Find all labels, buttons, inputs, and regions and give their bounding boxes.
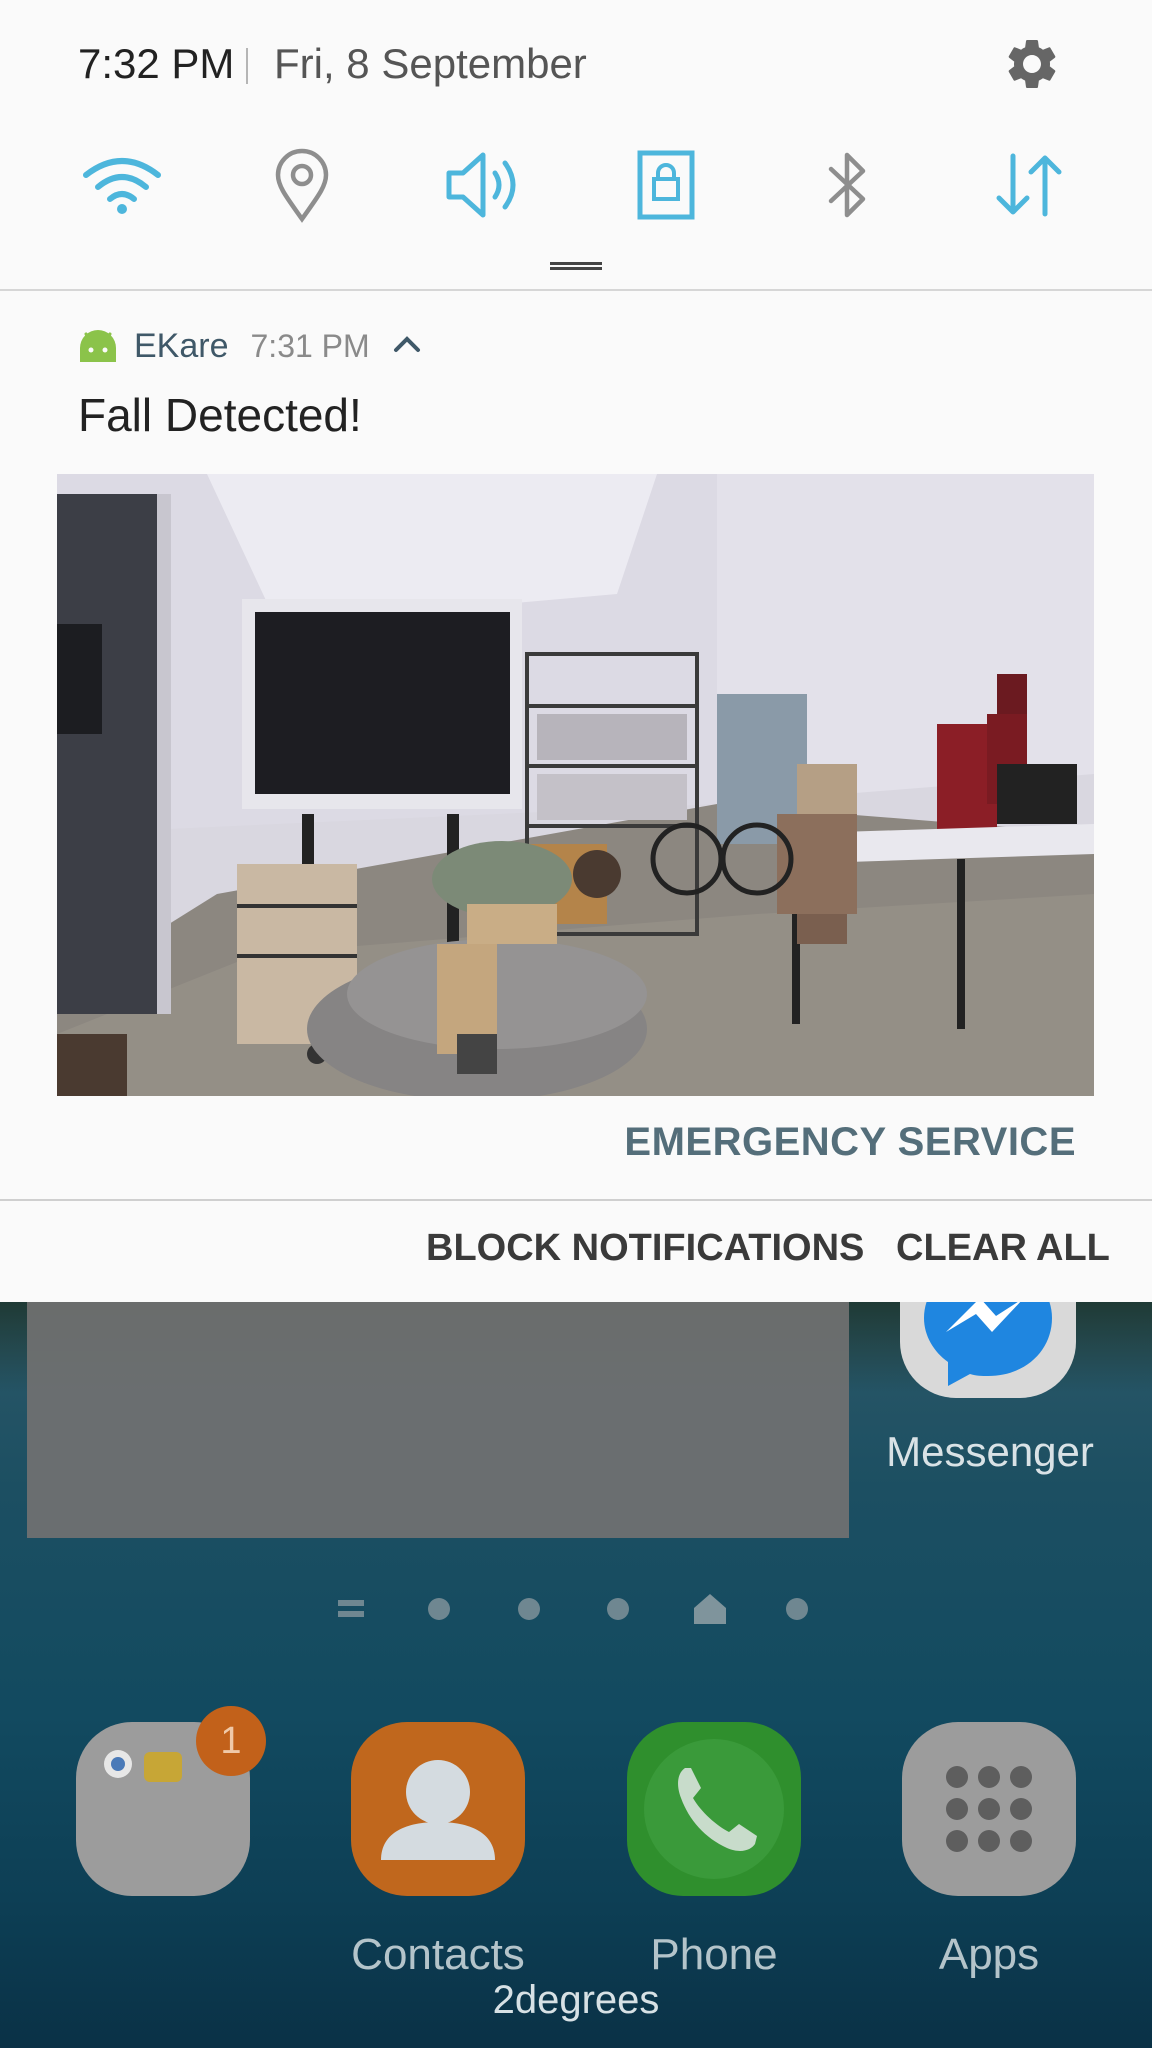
phone-icon: [644, 1739, 784, 1879]
location-toggle[interactable]: [257, 140, 347, 230]
clear-all-button[interactable]: CLEAR ALL: [896, 1227, 1110, 1270]
camera-snapshot[interactable]: [57, 474, 1094, 1096]
page-dot[interactable]: [607, 1598, 629, 1620]
messenger-app-icon[interactable]: [900, 1302, 1076, 1402]
divider: [246, 48, 248, 84]
drag-handle[interactable]: [550, 262, 602, 270]
apps-drawer-button[interactable]: [902, 1722, 1076, 1896]
notification-card[interactable]: EKare 7:31 PM Fall Detected! EMERGENCY S…: [0, 292, 1152, 1200]
status-row: 7:32 PM Fri, 8 September: [0, 0, 1152, 130]
android-icon: [80, 330, 116, 362]
notification-time: 7:31 PM: [250, 327, 370, 364]
chevron-up-icon[interactable]: [392, 334, 422, 359]
quick-settings-row: [0, 140, 1152, 230]
settings-gear-icon[interactable]: [1002, 34, 1062, 94]
notification-title: Fall Detected!: [78, 389, 362, 441]
notification-badge: 1: [196, 1706, 266, 1776]
page-dot[interactable]: [518, 1598, 540, 1620]
home-screen: Messenger 1 Contacts Phone Apps 2degrees: [0, 1302, 1152, 2048]
bluetooth-toggle[interactable]: [803, 140, 893, 230]
phone-app-icon[interactable]: [627, 1722, 801, 1896]
data-transfer-icon: [996, 153, 1062, 217]
carrier-name: 2degrees: [492, 1978, 660, 2022]
bluetooth-icon: [828, 152, 866, 218]
apps-grid-icon: [946, 1766, 1032, 1852]
clock-time: 7:32 PM: [78, 40, 235, 87]
page-indicator[interactable]: [330, 1592, 830, 1626]
page-list-icon[interactable]: [338, 1598, 364, 1620]
home-widget[interactable]: [27, 1302, 849, 1538]
app-label: Messenger: [886, 1428, 1094, 1475]
sound-toggle[interactable]: [440, 140, 530, 230]
contacts-icon: [381, 1760, 495, 1860]
wifi-toggle[interactable]: [77, 140, 167, 230]
page-dot[interactable]: [428, 1598, 450, 1620]
sound-icon: [446, 152, 516, 218]
divider: [0, 289, 1152, 291]
messenger-icon: [900, 1302, 1076, 1398]
location-icon: [275, 148, 329, 223]
app-label: Apps: [938, 1930, 1040, 1979]
notification-shade: 7:32 PM Fri, 8 September EKare 7:31 PM F…: [0, 0, 1152, 1302]
notification-footer: BLOCK NOTIFICATIONS CLEAR ALL: [0, 1201, 1152, 1302]
page-dot[interactable]: [786, 1598, 808, 1620]
block-notifications-button[interactable]: BLOCK NOTIFICATIONS: [426, 1227, 864, 1270]
app-name: EKare: [134, 326, 229, 365]
date-text: Fri, 8 September: [274, 40, 587, 87]
app-label: Contacts: [351, 1930, 525, 1979]
app-label: Phone: [650, 1930, 778, 1979]
screen-lock-toggle[interactable]: [621, 140, 711, 230]
lock-screen-icon: [637, 150, 695, 220]
contacts-app-icon[interactable]: [351, 1722, 525, 1896]
wifi-icon: [83, 158, 161, 214]
notification-header: EKare 7:31 PM: [78, 322, 422, 370]
home-page-icon[interactable]: [692, 1592, 728, 1626]
emergency-service-button[interactable]: EMERGENCY SERVICE: [624, 1120, 1076, 1165]
mobile-data-toggle[interactable]: [984, 140, 1074, 230]
